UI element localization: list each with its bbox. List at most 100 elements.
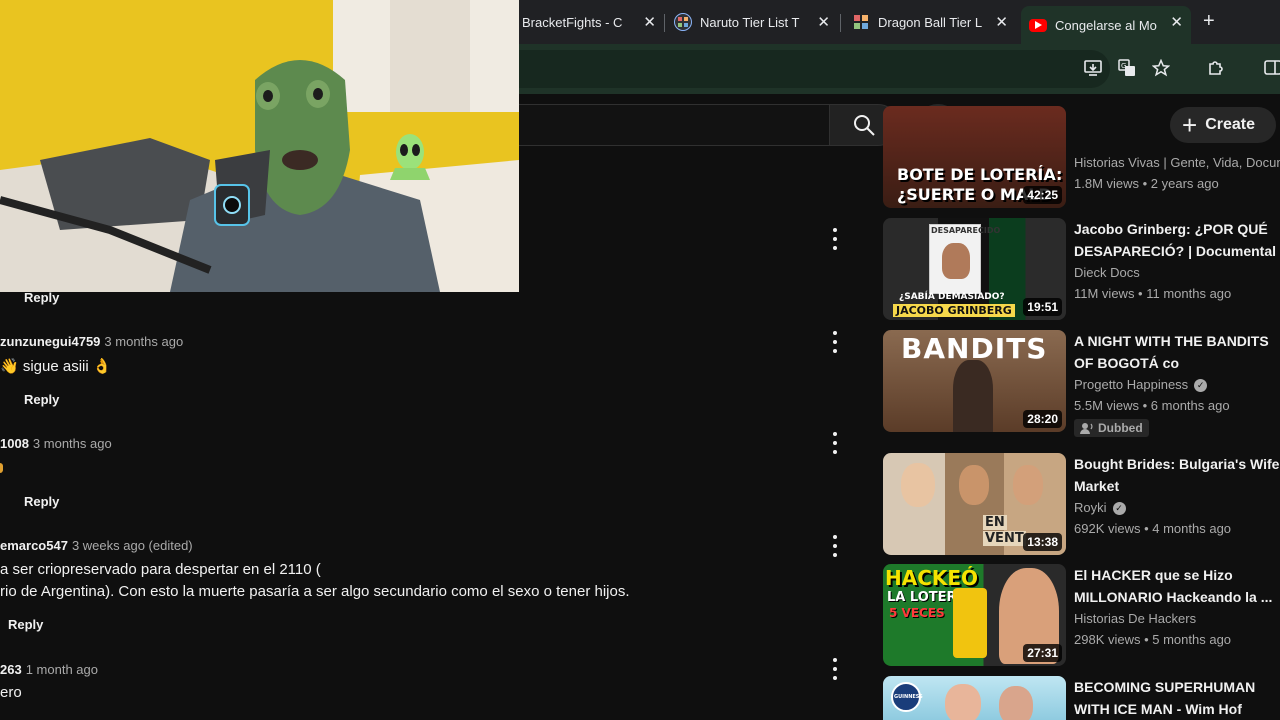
thumbnail-text: JACOBO GRINBERG: [893, 304, 1015, 317]
thumbnail-text: 5 VECES: [889, 606, 945, 620]
plus-icon: +: [1182, 110, 1198, 140]
channel-name[interactable]: Historias De Hackers: [1074, 609, 1280, 629]
tiermaker-favicon-icon: [674, 13, 692, 31]
channel-name[interactable]: Royki: [1074, 498, 1107, 518]
emoji-fragment-icon: [0, 463, 3, 473]
video-title[interactable]: Jacobo Grinberg: ¿POR QUÉ: [1074, 218, 1280, 240]
close-tab-icon[interactable]: ✕: [817, 13, 830, 31]
tab-label: Naruto Tier List T: [700, 14, 800, 30]
video-duration: 27:31: [1023, 644, 1062, 662]
new-tab-button[interactable]: +: [1203, 10, 1215, 33]
bookmark-star-icon[interactable]: [1150, 57, 1172, 79]
close-tab-icon[interactable]: ✕: [1170, 13, 1183, 31]
video-title[interactable]: WITH ICE MAN - Wim Hof: [1074, 698, 1280, 720]
webcam-overlay: [0, 0, 519, 292]
comment-time[interactable]: 3 weeks ago (edited): [72, 538, 193, 553]
comment-time[interactable]: 1 month ago: [26, 662, 98, 677]
thumbnail-text: VENT: [983, 531, 1026, 546]
video-title[interactable]: A NIGHT WITH THE BANDITS: [1074, 330, 1280, 352]
video-title[interactable]: Market: [1074, 475, 1280, 497]
side-panel-icon[interactable]: [1262, 57, 1280, 79]
translate-icon[interactable]: G: [1116, 57, 1138, 79]
video-thumbnail[interactable]: DESAPARECIDO ¿SABÍA DEMASIADO? JACOBO GR…: [883, 218, 1066, 320]
thumbnail-text: BOTE DE LOTERÍA:: [897, 165, 1063, 184]
install-app-icon[interactable]: [1082, 57, 1104, 79]
video-thumbnail[interactable]: BOTE DE LOTERÍA: ¿SUERTE O MALD 42:25: [883, 106, 1066, 208]
dubbed-label: Dubbed: [1098, 421, 1143, 435]
address-bar[interactable]: [420, 50, 1110, 88]
create-button[interactable]: + Create: [1170, 107, 1276, 143]
video-title[interactable]: DESAPARECIÓ? | Documental: [1074, 240, 1280, 262]
video-meta: 1.8M views • 2 years ago: [1074, 176, 1219, 191]
video-duration: 19:51: [1023, 298, 1062, 316]
channel-name[interactable]: Progetto Happiness: [1074, 375, 1188, 395]
close-tab-icon[interactable]: ✕: [995, 13, 1008, 31]
video-title[interactable]: MILLONARIO Hackeando la ...: [1074, 586, 1280, 608]
comment-menu-icon[interactable]: [830, 535, 840, 557]
channel-name[interactable]: Historias Vivas | Gente, Vida, Docum: [1074, 154, 1280, 173]
video-thumbnail[interactable]: BANDITS 28:20: [883, 330, 1066, 432]
search-icon: [854, 115, 875, 136]
comment-item: 263 1 month ago ero: [0, 662, 98, 704]
create-label: Create: [1205, 116, 1255, 133]
recommendation-item[interactable]: GUINNESS BECOMING SUPERHUMAN WITH ICE MA…: [883, 676, 1280, 720]
comment-author[interactable]: 1008: [0, 436, 29, 451]
thumbnail-text: HACKEÓ: [885, 566, 979, 590]
video-thumbnail[interactable]: HACKEÓ LA LOTERIA 5 VECES 27:31: [883, 564, 1066, 666]
recommendation-item[interactable]: BANDITS 28:20 A NIGHT WITH THE BANDITS O…: [883, 330, 1280, 440]
extensions-puzzle-icon[interactable]: [1205, 57, 1227, 79]
webcam-scene-image: [0, 0, 519, 292]
comment-author[interactable]: zunzunegui4759: [0, 334, 100, 349]
comment-menu-icon[interactable]: [830, 658, 840, 680]
thumbnail-text: ¿SABÍA DEMASIADO?: [899, 292, 1005, 302]
video-thumbnail[interactable]: EN VENT 13:38: [883, 453, 1066, 555]
channel-name[interactable]: Dieck Docs: [1074, 263, 1280, 283]
thumbnail-text: GUINNESS: [894, 694, 923, 700]
video-title[interactable]: Bought Brides: Bulgaria's Wife: [1074, 453, 1280, 475]
reply-button[interactable]: Reply: [8, 617, 43, 632]
comment-menu-icon[interactable]: [830, 432, 840, 454]
comment-item: 1008 3 months ago: [0, 436, 112, 473]
screen: BracketFights - C ✕ Naruto Tier List T ✕…: [0, 0, 1280, 720]
comment-author[interactable]: emarco547: [0, 538, 68, 553]
comment-author[interactable]: 263: [0, 662, 22, 677]
comment-time[interactable]: 3 months ago: [33, 436, 112, 451]
comment-text-line: rio de Argentina). Con esto la muerte pa…: [0, 583, 630, 600]
close-tab-icon[interactable]: ✕: [643, 13, 656, 31]
reply-button[interactable]: Reply: [24, 494, 59, 509]
comment-item: zunzunegui4759 3 months ago 👋 sigue asiii…: [0, 334, 183, 378]
tab-label: Congelarse al Mo: [1055, 17, 1157, 33]
comment-text: ero: [0, 684, 22, 701]
tab-dragon-ball-tier-list[interactable]: Dragon Ball Tier L ✕: [844, 6, 1016, 38]
video-title[interactable]: OF BOGOTÁ co: [1074, 352, 1280, 374]
tab-divider: [664, 14, 665, 32]
recommendation-item[interactable]: EN VENT 13:38 Bought Brides: Bulgaria's …: [883, 453, 1280, 557]
reply-button[interactable]: Reply: [24, 392, 59, 407]
video-duration: 28:20: [1023, 410, 1062, 428]
recommendation-item[interactable]: DESAPARECIDO ¿SABÍA DEMASIADO? JACOBO GR…: [883, 218, 1280, 322]
svg-text:G: G: [1121, 62, 1126, 70]
video-title[interactable]: El HACKER que se Hizo: [1074, 564, 1280, 586]
video-duration: 13:38: [1023, 533, 1062, 551]
video-meta: 5.5M views • 6 months ago: [1074, 398, 1230, 413]
dubbed-badge: Dubbed: [1074, 419, 1149, 437]
lottery-ticket-image: [953, 588, 987, 658]
reply-button[interactable]: Reply: [24, 290, 59, 305]
tab-naruto-tier-list[interactable]: Naruto Tier List T ✕: [666, 6, 838, 38]
tab-youtube-active[interactable]: Congelarse al Mo ✕: [1021, 6, 1191, 44]
audio-track-icon: [1080, 423, 1093, 434]
comment-menu-icon[interactable]: [830, 331, 840, 353]
tab-label: BracketFights - C: [522, 14, 623, 30]
youtube-favicon-icon: [1029, 18, 1047, 32]
thumbnail-text: EN: [983, 515, 1007, 530]
tab-bracketfights[interactable]: BracketFights - C ✕: [514, 6, 664, 38]
video-title[interactable]: BECOMING SUPERHUMAN: [1074, 676, 1280, 698]
video-duration: 42:25: [1023, 186, 1062, 204]
comment-time[interactable]: 3 months ago: [104, 334, 183, 349]
recommendation-item[interactable]: HACKEÓ LA LOTERIA 5 VECES 27:31 El HACKE…: [883, 564, 1280, 668]
video-meta: 11M views • 11 months ago: [1074, 286, 1232, 301]
comment-item: emarco547 3 weeks ago (edited) a ser crio…: [0, 538, 630, 603]
comment-menu-icon[interactable]: [830, 228, 840, 250]
recommendation-item[interactable]: BOTE DE LOTERÍA: ¿SUERTE O MALD 42:25 Hi…: [883, 106, 1280, 208]
video-thumbnail[interactable]: GUINNESS: [883, 676, 1066, 720]
